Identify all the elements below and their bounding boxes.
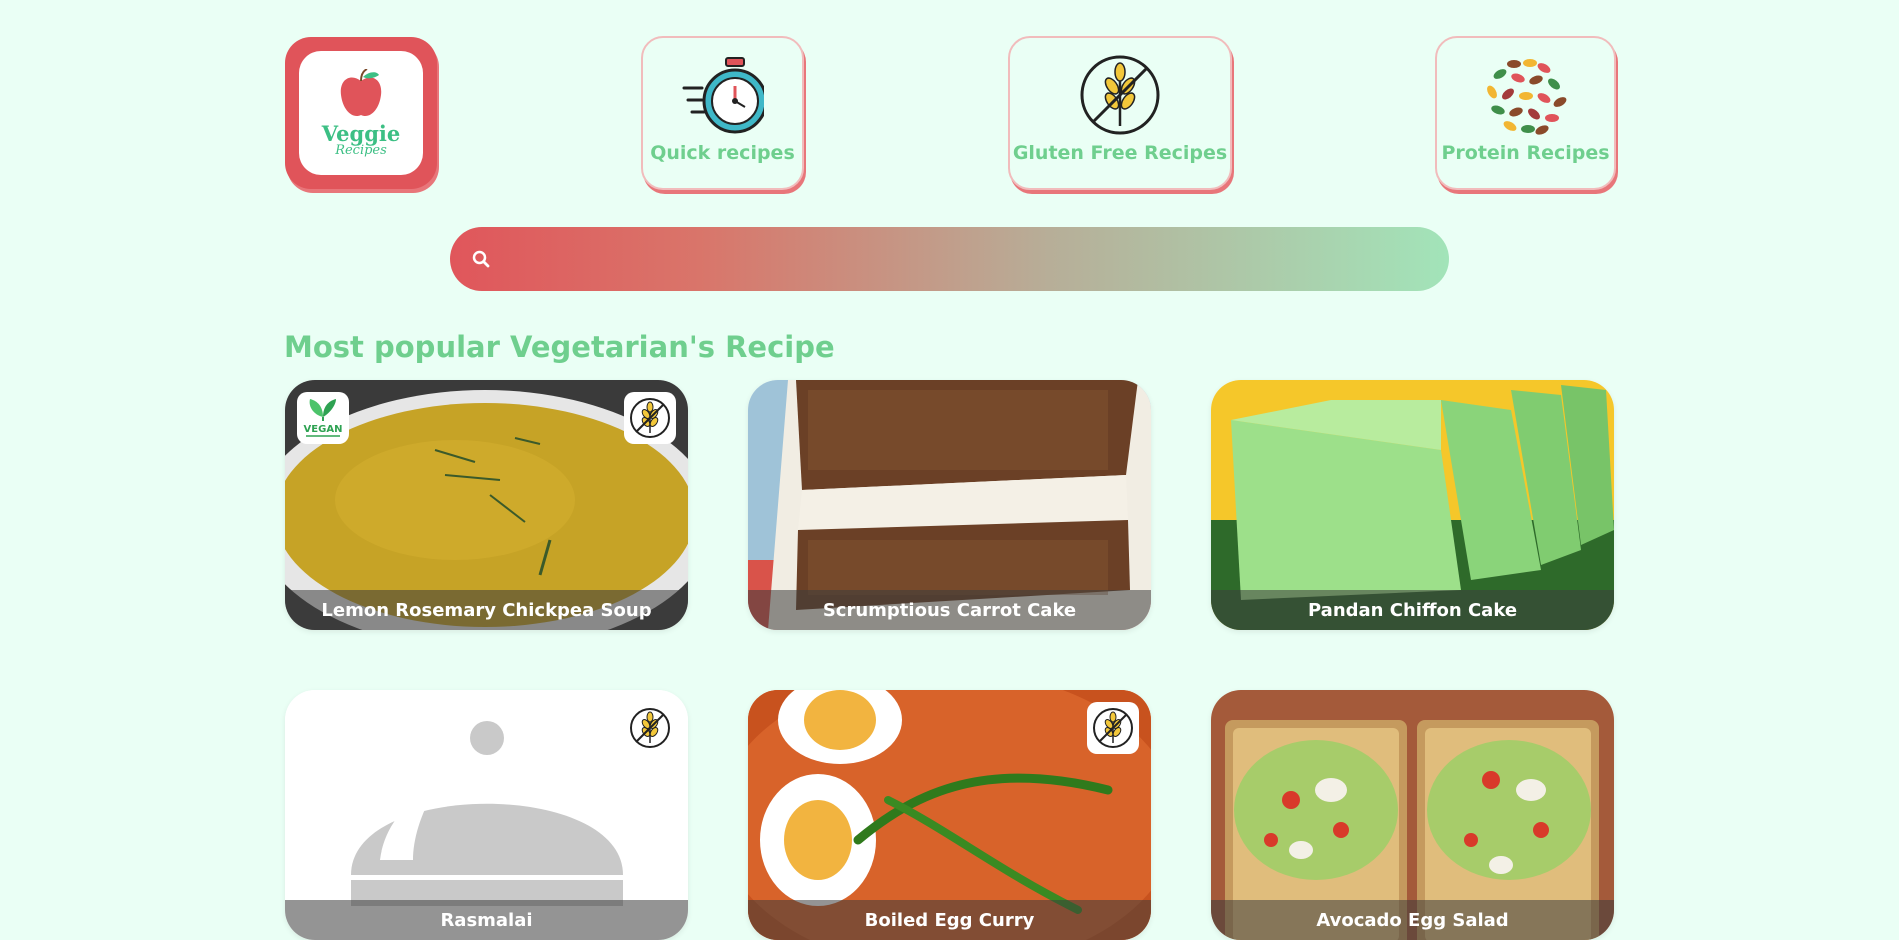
recipe-card[interactable]: VEGAN Lemon Rosemary Chickpea Soup [285,380,688,630]
recipe-card[interactable]: Avocado Egg Salad [1211,690,1614,940]
vegan-badge-text: VEGAN [304,424,343,435]
search-input[interactable] [500,226,1449,292]
gluten-free-badge [624,702,676,754]
nav-protein-recipes[interactable]: Protein Recipes [1435,36,1616,190]
recipe-title: Boiled Egg Curry [748,900,1151,940]
logo-title: Veggie [321,121,401,146]
gluten-free-badge [1087,702,1139,754]
nav-label: Gluten Free Recipes [1012,142,1228,164]
gluten-free-badge [624,392,676,444]
recipe-title: Scrumptious Carrot Cake [748,590,1151,630]
recipe-title: Lemon Rosemary Chickpea Soup [285,590,688,630]
nav-gluten-free-recipes[interactable]: Gluten Free Recipes [1008,36,1232,190]
recipe-card[interactable]: Scrumptious Carrot Cake [748,380,1151,630]
nav-quick-recipes[interactable]: Quick recipes [641,36,804,190]
search-icon[interactable] [472,250,490,268]
logo: Veggie Recipes [299,51,423,175]
stopwatch-icon [682,56,764,136]
recipe-card[interactable]: Rasmalai [285,690,688,940]
section-title: Most popular Vegetarian's Recipe [284,330,835,364]
recipe-title: Rasmalai [285,900,688,940]
nav-label: Protein Recipes [1441,142,1610,164]
recipe-card[interactable]: Pandan Chiffon Cake [1211,380,1614,630]
search-bar[interactable] [450,226,1449,292]
apple-icon [340,69,382,117]
logo-subtitle: Recipes [335,143,387,158]
recipe-title: Avocado Egg Salad [1211,900,1614,940]
logo-card[interactable]: Veggie Recipes [285,37,437,189]
vegan-badge: VEGAN [297,392,349,444]
recipe-card[interactable]: Boiled Egg Curry [748,690,1151,940]
nav-label: Quick recipes [650,142,795,164]
recipe-title: Pandan Chiffon Cake [1211,590,1614,630]
gluten-free-icon [1079,54,1161,136]
beans-icon [1484,56,1568,136]
